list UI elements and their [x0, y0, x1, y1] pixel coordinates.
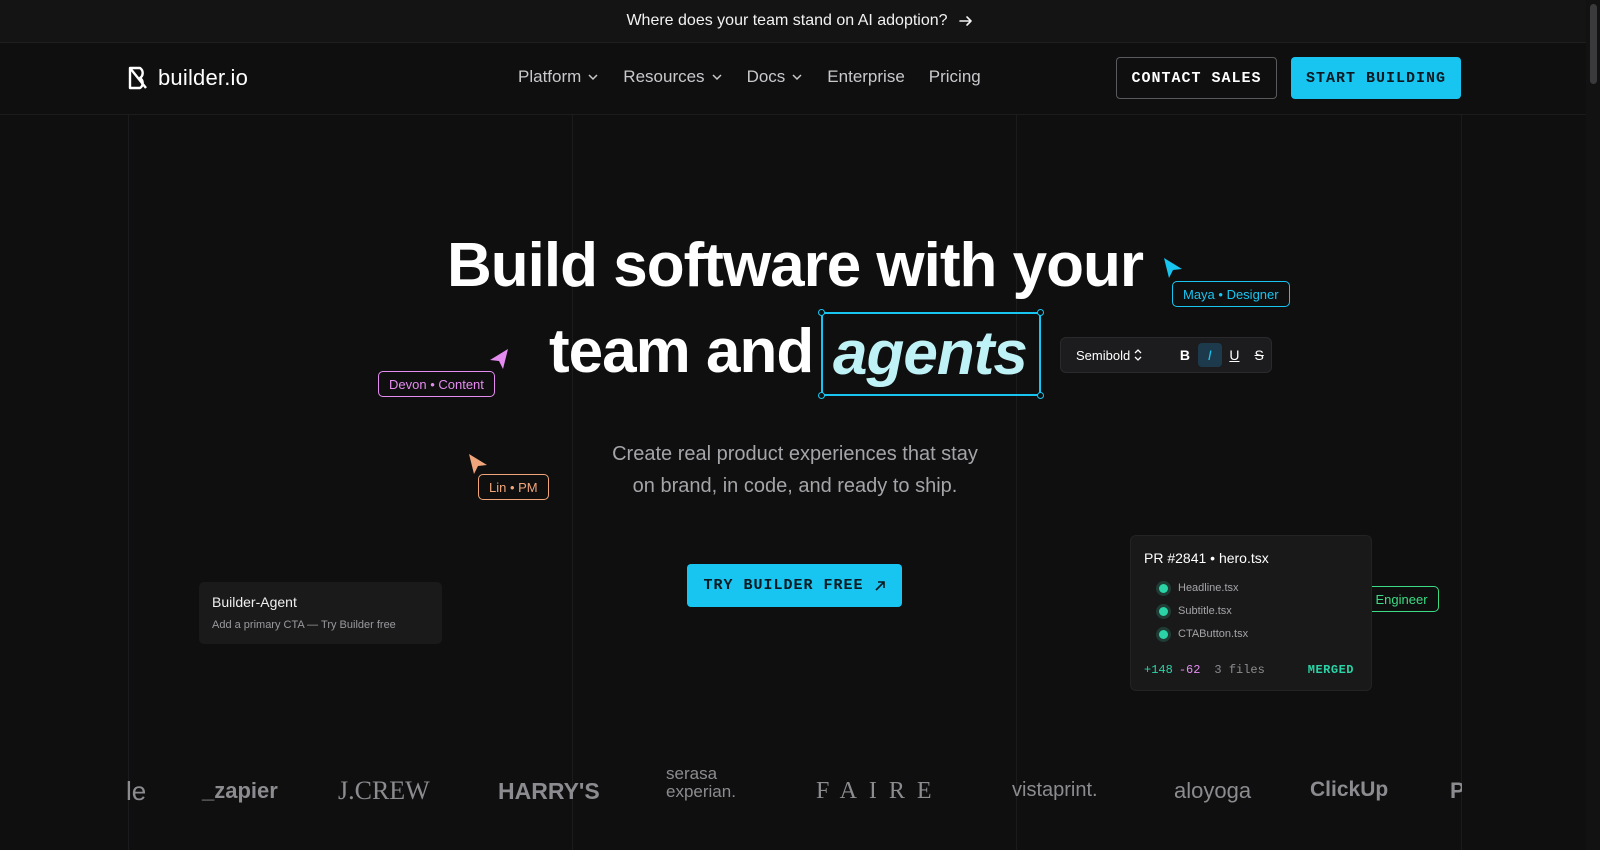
- brand-logo-serasa: serasa experian.: [666, 770, 736, 801]
- hero-headline-line1: Build software with your: [447, 231, 1144, 300]
- pr-file-item: Subtitle.tsx: [1159, 605, 1232, 617]
- pr-file-name: CTAButton.tsx: [1178, 628, 1249, 640]
- cursor-icon: [490, 349, 508, 369]
- agent-card-title: Builder-Agent: [212, 594, 297, 610]
- collaborator-tag-lin: Lin • PM: [478, 474, 549, 500]
- font-weight-value: Semibold: [1076, 347, 1131, 363]
- pull-request-card: PR #2841 • hero.tsx Headline.tsx Subtitl…: [1130, 535, 1372, 691]
- status-dot-icon: [1159, 629, 1168, 639]
- cursor-icon: [1164, 258, 1182, 278]
- brand-logo-vistaprint: vistaprint.: [1012, 779, 1098, 801]
- logo-wordmark: builder.io: [158, 65, 249, 90]
- nav-links: Platform Resources Docs Enterprise Prici…: [518, 67, 981, 87]
- pr-file-name: Subtitle.tsx: [1178, 605, 1232, 617]
- status-dot-icon: [1159, 583, 1168, 593]
- pr-file-name: Headline.tsx: [1178, 582, 1239, 594]
- collaborator-tag-devon: Devon • Content: [378, 371, 495, 397]
- nav-resources-label: Resources: [623, 67, 705, 86]
- arrow-right-icon: [958, 16, 972, 26]
- cursor-icon: [469, 454, 487, 474]
- agent-card-message: Add a primary CTA — Try Builder free: [212, 619, 396, 631]
- contact-sales-button[interactable]: CONTACT SALES: [1116, 57, 1277, 99]
- brand-logo-partial: P: [1450, 778, 1462, 803]
- resize-handle[interactable]: [818, 392, 825, 399]
- pr-file-item: Headline.tsx: [1159, 582, 1239, 594]
- pr-file-count: 3 files: [1214, 663, 1265, 677]
- chevron-down-icon: [588, 74, 598, 81]
- hero-highlight-word: agents: [833, 319, 1028, 388]
- text-format-toolbar: Semibold B I U S: [1060, 337, 1272, 373]
- brand-logo-partial: le: [126, 776, 147, 806]
- hero-subtitle-line2: on brand, in code, and ready to ship.: [632, 475, 958, 497]
- brand-logo-aloyoga: aloyoga: [1174, 778, 1252, 803]
- nav-pricing-label: Pricing: [928, 67, 981, 86]
- pr-file-item: CTAButton.tsx: [1159, 628, 1248, 640]
- collaborator-tag-maya: Maya • Designer: [1172, 281, 1290, 307]
- cta-label: TRY BUILDER FREE: [703, 577, 864, 594]
- builder-agent-card: Builder-Agent Add a primary CTA — Try Bu…: [199, 582, 442, 644]
- brand-logo-clickup: ClickUp: [1310, 778, 1389, 801]
- announcement-banner[interactable]: Where does your team stand on AI adoptio…: [0, 0, 1600, 43]
- nav-platform[interactable]: Platform: [518, 67, 599, 87]
- nav-enterprise[interactable]: Enterprise: [827, 67, 904, 87]
- bold-button[interactable]: B: [1173, 343, 1197, 367]
- pr-title: PR #2841 • hero.tsx: [1144, 550, 1269, 566]
- chevron-down-icon: [712, 74, 722, 81]
- start-building-button[interactable]: START BUILDING: [1291, 57, 1461, 99]
- strikethrough-button[interactable]: S: [1247, 343, 1271, 367]
- brand-logo-faire: FAIRE: [816, 778, 944, 804]
- nav-docs[interactable]: Docs: [747, 67, 804, 87]
- scrollbar[interactable]: [1586, 0, 1600, 850]
- brand-logo-harrys: HARRY'S: [498, 778, 600, 804]
- resize-handle[interactable]: [1037, 392, 1044, 399]
- brand-logo-jcrew: J.CREW: [338, 776, 430, 805]
- try-builder-free-button[interactable]: TRY BUILDER FREE: [687, 564, 902, 607]
- nav-resources[interactable]: Resources: [623, 67, 722, 87]
- brand-logo-zapier: _zapier: [202, 778, 278, 803]
- banner-text[interactable]: Where does your team stand on AI adoptio…: [626, 12, 947, 30]
- pr-stats: +148 -62 3 files: [1144, 663, 1265, 677]
- pr-status-badge: MERGED: [1307, 663, 1354, 677]
- pr-deletions: -62: [1178, 663, 1201, 677]
- hero-subtitle-line1: Create real product experiences that sta…: [612, 443, 978, 465]
- nav-pricing[interactable]: Pricing: [929, 67, 981, 87]
- chevron-down-icon: [792, 74, 802, 81]
- nav-platform-label: Platform: [518, 67, 582, 86]
- nav-enterprise-label: Enterprise: [827, 67, 905, 86]
- arrow-up-right-icon: [874, 580, 885, 591]
- main-nav: builder.io Platform Resources Docs Enter…: [0, 43, 1600, 115]
- resize-handle[interactable]: [1037, 309, 1044, 316]
- nav-docs-label: Docs: [746, 67, 786, 86]
- hero-headline-line2: team and: [549, 317, 814, 386]
- sort-icon: [1134, 349, 1142, 361]
- underline-button[interactable]: U: [1223, 343, 1247, 367]
- status-dot-icon: [1159, 606, 1168, 616]
- builder-logo-icon: [128, 66, 147, 90]
- brand-logo[interactable]: builder.io: [126, 65, 248, 91]
- customer-logos: le _zapier J.CREW HARRY'S serasa experia…: [126, 770, 1462, 816]
- scrollbar-thumb[interactable]: [1590, 4, 1597, 84]
- resize-handle[interactable]: [818, 309, 825, 316]
- pr-additions: +148: [1144, 663, 1173, 677]
- font-weight-select[interactable]: Semibold: [1076, 348, 1155, 363]
- italic-button[interactable]: I: [1197, 343, 1222, 367]
- hero-subtitle: Create real product experiences that sta…: [0, 438, 1590, 502]
